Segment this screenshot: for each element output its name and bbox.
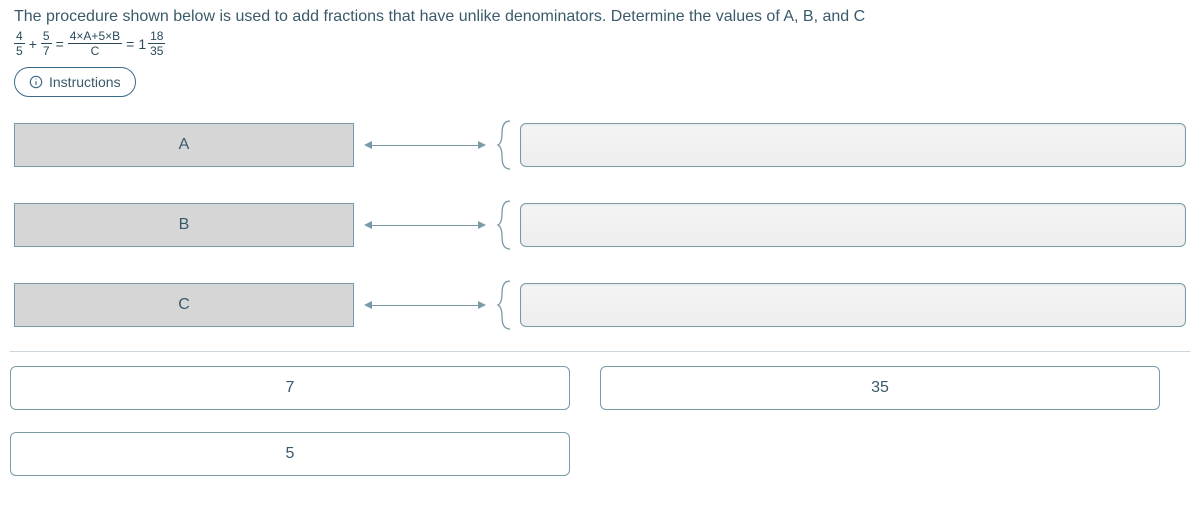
tile-7[interactable]: 7 bbox=[10, 366, 570, 410]
equals-sign-2: = bbox=[126, 36, 134, 52]
match-arrow-icon bbox=[370, 305, 480, 306]
instructions-button[interactable]: Instructions bbox=[14, 67, 136, 97]
equation: 4 5 + 5 7 = 4×A+5×B C = 1 18 35 bbox=[14, 30, 1186, 57]
tile-5[interactable]: 5 bbox=[10, 432, 570, 476]
fraction-3: 4×A+5×B C bbox=[68, 30, 122, 57]
instructions-label: Instructions bbox=[49, 74, 121, 90]
info-icon bbox=[29, 75, 43, 89]
match-arrow-icon bbox=[370, 225, 480, 226]
brace-icon bbox=[496, 199, 516, 251]
divider: 7 35 5 bbox=[10, 351, 1190, 476]
mixed-whole: 1 bbox=[138, 36, 146, 52]
mixed-fraction: 18 35 bbox=[148, 30, 165, 57]
fraction-1: 4 5 bbox=[14, 30, 25, 57]
fraction-1-num: 4 bbox=[14, 30, 25, 44]
tile-row-2: 5 bbox=[10, 432, 1190, 476]
fraction-2: 5 7 bbox=[41, 30, 52, 57]
match-row-c: C bbox=[14, 279, 1186, 331]
drop-target-a-wrap bbox=[496, 119, 1186, 171]
label-slot-b: B bbox=[14, 203, 354, 247]
mixed-num: 18 bbox=[148, 30, 165, 44]
tile-35[interactable]: 35 bbox=[600, 366, 1160, 410]
match-area: A B C bbox=[14, 119, 1186, 331]
mixed-number: 1 18 35 bbox=[138, 30, 165, 57]
tile-row-1: 7 35 bbox=[10, 366, 1190, 410]
drop-target-b-wrap bbox=[496, 199, 1186, 251]
drop-target-a[interactable] bbox=[520, 123, 1186, 167]
mixed-den: 35 bbox=[150, 44, 163, 57]
label-slot-c: C bbox=[14, 283, 354, 327]
question-prompt: The procedure shown below is used to add… bbox=[14, 8, 1186, 26]
match-row-b: B bbox=[14, 199, 1186, 251]
match-row-a: A bbox=[14, 119, 1186, 171]
drop-target-b[interactable] bbox=[520, 203, 1186, 247]
fraction-2-num: 5 bbox=[41, 30, 52, 44]
plus-sign: + bbox=[29, 36, 37, 52]
tile-bank: 7 35 5 bbox=[10, 366, 1190, 476]
fraction-1-den: 5 bbox=[16, 44, 23, 57]
match-arrow-icon bbox=[370, 145, 480, 146]
fraction-2-den: 7 bbox=[43, 44, 50, 57]
label-slot-a: A bbox=[14, 123, 354, 167]
brace-icon bbox=[496, 279, 516, 331]
fraction-3-den: C bbox=[91, 44, 100, 57]
drop-target-c[interactable] bbox=[520, 283, 1186, 327]
fraction-3-num: 4×A+5×B bbox=[68, 30, 122, 44]
brace-icon bbox=[496, 119, 516, 171]
equals-sign: = bbox=[56, 36, 64, 52]
drop-target-c-wrap bbox=[496, 279, 1186, 331]
